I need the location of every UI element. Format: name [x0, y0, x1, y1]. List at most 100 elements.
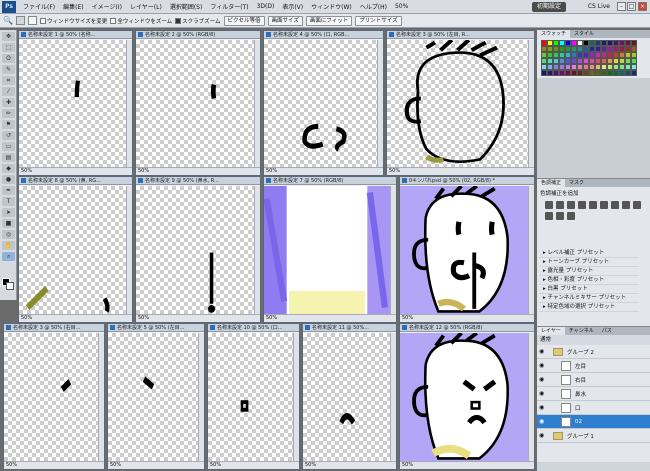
- eyedropper-tool-icon[interactable]: ⁄: [2, 87, 15, 96]
- layer-group-row[interactable]: ◉ グループ 1: [537, 429, 650, 443]
- actual-pixels-button[interactable]: ピクセル等倍: [223, 15, 265, 26]
- 3d-tool-icon[interactable]: ◎: [2, 230, 15, 239]
- menu-file[interactable]: ファイル(F): [19, 2, 59, 11]
- close-icon[interactable]: ×: [638, 2, 647, 11]
- eye-icon[interactable]: ◉: [539, 432, 547, 439]
- eye-icon[interactable]: ◉: [539, 418, 547, 425]
- tab-adjustments[interactable]: 色調補正: [537, 179, 566, 187]
- eye-icon[interactable]: ◉: [539, 362, 547, 369]
- shape-tool-icon[interactable]: ■: [2, 219, 15, 228]
- preset-item[interactable]: レベル補正 プリセット: [539, 249, 639, 258]
- preset-item[interactable]: 白黒 プリセット: [539, 285, 639, 294]
- swatch-grid[interactable]: [537, 38, 650, 78]
- bw-icon[interactable]: [622, 201, 630, 209]
- document-window[interactable]: 名称未設定 10 @ 50% (口... 50%: [207, 323, 300, 470]
- canvas[interactable]: [303, 333, 390, 461]
- tab-layers[interactable]: レイヤー: [537, 327, 565, 335]
- canvas[interactable]: [264, 186, 390, 314]
- menu-image[interactable]: イメージ(I): [88, 2, 126, 11]
- zoom-in-icon[interactable]: [15, 16, 25, 25]
- preset-item[interactable]: トーンカーブ プリセット: [539, 258, 639, 267]
- marquee-tool-icon[interactable]: ⬚: [2, 43, 15, 52]
- eraser-tool-icon[interactable]: ▭: [2, 142, 15, 151]
- workspace-button[interactable]: 初期設定: [531, 2, 566, 12]
- vertical-scrollbar[interactable]: [254, 40, 260, 167]
- menu-layer[interactable]: レイヤー(L): [126, 2, 166, 11]
- document-window[interactable]: 名称未設定 1 @ 50% (名称... 50%: [18, 30, 133, 176]
- vertical-scrollbar[interactable]: [126, 186, 132, 314]
- move-tool-icon[interactable]: ✥: [2, 32, 15, 41]
- color-swatch[interactable]: [631, 70, 637, 76]
- hand-tool-icon[interactable]: ✋: [2, 241, 15, 250]
- tab-paths[interactable]: パス: [598, 327, 616, 335]
- canvas[interactable]: [108, 333, 198, 461]
- eye-icon[interactable]: ◉: [539, 376, 547, 383]
- document-window[interactable]: 名称未設定 3 @ 50% (右目... 50%: [3, 323, 105, 470]
- menu-filter[interactable]: フィルター(T): [206, 2, 252, 11]
- zoom-level-menu[interactable]: 50%: [391, 3, 412, 10]
- menu-select[interactable]: 選択範囲(S): [166, 2, 207, 11]
- document-window[interactable]: 名称未設定 4 @ 50% (口, RGB... 50%: [263, 30, 384, 176]
- canvas[interactable]: [208, 333, 293, 461]
- document-window[interactable]: 名称未設定 8 @ 50% (鼻, RG... 50%: [18, 176, 133, 323]
- canvas[interactable]: [136, 186, 254, 314]
- eye-icon[interactable]: ◉: [539, 348, 547, 355]
- vertical-scrollbar[interactable]: [528, 40, 534, 167]
- dodge-tool-icon[interactable]: ●: [2, 175, 15, 184]
- layer-row[interactable]: ◉ 右目: [537, 373, 650, 387]
- fill-screen-button[interactable]: 画面にフィット: [305, 15, 353, 26]
- vertical-scrollbar[interactable]: [390, 333, 396, 461]
- vertical-scrollbar[interactable]: [528, 333, 534, 461]
- document-window[interactable]: 名称未設定 11 @ 50%... 50%: [302, 323, 397, 470]
- zoom-tool-button-icon[interactable]: ⌕: [2, 252, 15, 261]
- tab-swatches[interactable]: スウォッチ: [537, 30, 571, 38]
- vertical-scrollbar[interactable]: [390, 186, 396, 314]
- canvas[interactable]: [400, 186, 528, 314]
- invert-icon[interactable]: [556, 212, 564, 220]
- gradient-tool-icon[interactable]: ▤: [2, 153, 15, 162]
- balance-icon[interactable]: [611, 201, 619, 209]
- posterize-icon[interactable]: [567, 212, 575, 220]
- canvas[interactable]: [19, 40, 126, 167]
- menu-edit[interactable]: 編集(E): [59, 2, 87, 11]
- layer-row[interactable]: ◉ 口: [537, 401, 650, 415]
- exposure-icon[interactable]: [578, 201, 586, 209]
- vertical-scrollbar[interactable]: [293, 333, 299, 461]
- resize-windows-checkbox[interactable]: ウィンドウサイズを変更: [39, 17, 107, 25]
- canvas[interactable]: [136, 40, 254, 167]
- document-window[interactable]: 名称未設定 9 @ 50% (鼻水, R... 50%: [135, 176, 261, 323]
- print-size-button[interactable]: プリントサイズ: [355, 15, 402, 26]
- mixer-icon[interactable]: [545, 212, 553, 220]
- preset-item[interactable]: 特定色域の選択 プリセット: [539, 303, 639, 312]
- cs-live-button[interactable]: CS Live: [588, 2, 610, 12]
- document-window[interactable]: 名称未設定 7 @ 50% (RGB/8) 50%: [263, 176, 397, 323]
- tab-styles[interactable]: スタイル: [570, 30, 598, 38]
- eye-icon[interactable]: ◉: [539, 404, 547, 411]
- zoom-all-checkbox[interactable]: 全ウィンドウをズーム: [110, 17, 172, 25]
- photo-filter-icon[interactable]: [633, 201, 641, 209]
- path-select-tool-icon[interactable]: ➤: [2, 208, 15, 217]
- preset-item[interactable]: チャンネルミキサー プリセット: [539, 294, 639, 303]
- document-window[interactable]: 名称未設定 12 @ 50% (RGB/8) 50%: [399, 323, 535, 470]
- document-window[interactable]: 名称未設定 2 @ 50% (RGB/8) 50%: [135, 30, 261, 176]
- lasso-tool-icon[interactable]: ʘ: [2, 54, 15, 63]
- stamp-tool-icon[interactable]: ⚑: [2, 120, 15, 129]
- brightness-icon[interactable]: [545, 201, 553, 209]
- vertical-scrollbar[interactable]: [377, 40, 383, 167]
- layer-row[interactable]: ◉ 左目: [537, 359, 650, 373]
- history-brush-icon[interactable]: ↺: [2, 131, 15, 140]
- brush-tool-icon[interactable]: ✏: [2, 109, 15, 118]
- eye-icon[interactable]: ◉: [539, 390, 547, 397]
- levels-icon[interactable]: [556, 201, 564, 209]
- canvas[interactable]: [4, 333, 98, 461]
- layer-group-row[interactable]: ◉ グループ 2: [537, 345, 650, 359]
- tab-channels[interactable]: チャンネル: [565, 327, 598, 335]
- maximize-icon[interactable]: □: [627, 2, 636, 11]
- vertical-scrollbar[interactable]: [198, 333, 204, 461]
- vibrance-icon[interactable]: [589, 201, 597, 209]
- layer-row[interactable]: ◉ 鼻水: [537, 387, 650, 401]
- vertical-scrollbar[interactable]: [528, 186, 534, 314]
- minimize-icon[interactable]: –: [617, 2, 626, 11]
- zoom-out-icon[interactable]: [27, 16, 37, 25]
- canvas[interactable]: [264, 40, 377, 167]
